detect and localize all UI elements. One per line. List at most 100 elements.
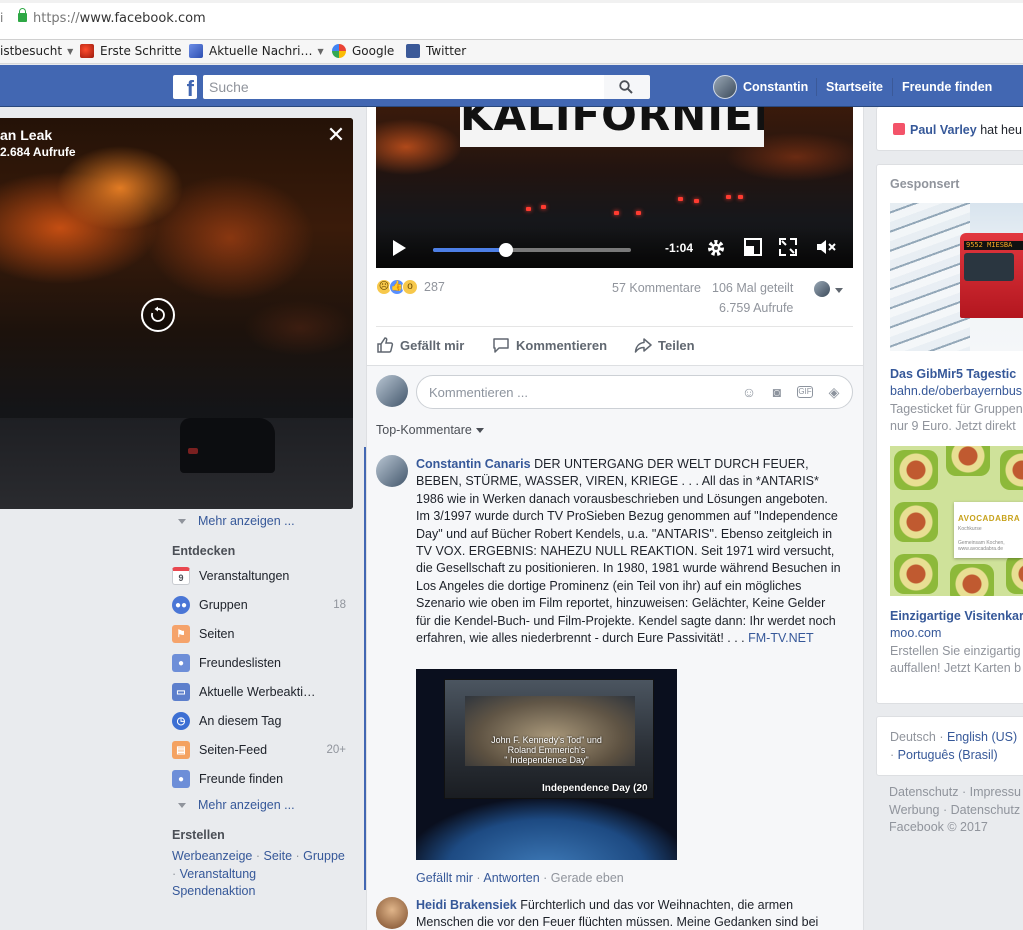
thumbs-up-icon [377, 337, 394, 353]
camera-icon[interactable]: ◙ [769, 384, 785, 400]
floating-video-player[interactable]: an Leak 2.684 Aufrufe ✕ [0, 118, 353, 509]
create-event-link[interactable]: Veranstaltung [180, 867, 256, 881]
ad-title[interactable]: Das GibMir5 Tagestic [890, 367, 1016, 381]
bus-destination-sign: 9552 MIESBA [964, 241, 1023, 250]
gear-icon[interactable] [706, 238, 726, 258]
comment-author-link[interactable]: Heidi Brakensiek [416, 898, 517, 912]
language-english-link[interactable]: English (US) [947, 730, 1017, 744]
sidebar-item-find-friends[interactable]: ● Freunde finden [172, 769, 352, 789]
close-icon[interactable]: ✕ [325, 124, 347, 146]
video-views: 2.684 Aufrufe [0, 145, 76, 159]
bookmark-google[interactable]: Google [332, 44, 394, 58]
ad-title[interactable]: Einzigartige Visitenkar [890, 609, 1023, 623]
bookmark-most-visited[interactable]: istbesucht ▼ [0, 44, 73, 58]
comment-button[interactable]: Kommentieren [492, 336, 607, 354]
create-ad-link[interactable]: Werbeanzeige [172, 849, 252, 863]
create-page-link[interactable]: Seite [264, 849, 293, 863]
search-button[interactable] [604, 75, 650, 99]
sidebar-item-label: Freundeslisten [199, 656, 281, 670]
play-icon[interactable] [393, 240, 406, 256]
birthday-name: Paul Varley [910, 123, 977, 137]
gif-icon[interactable]: GIF [797, 386, 813, 398]
comment-attached-image[interactable]: John F. Kennedy's Tod" und Roland Emmeri… [416, 669, 677, 860]
find-friends-icon: ● [172, 770, 190, 788]
home-link[interactable]: Startseite [826, 80, 883, 94]
comment-count-link[interactable]: 57 Kommentare [612, 281, 701, 295]
comment-input[interactable] [416, 375, 853, 409]
language-row: · Português (Brasil) [890, 748, 998, 762]
comment-external-link[interactable]: FM-TV.NET [748, 631, 814, 645]
find-friends-link[interactable]: Freunde finden [902, 80, 992, 94]
groups-count: 18 [333, 599, 346, 611]
sidebar-item-pages[interactable]: ⚑ Seiten [172, 624, 352, 644]
footer-line[interactable]: Werbung · Datenschutz [889, 802, 1021, 820]
footer-line[interactable]: Datenschutz · Impressu [889, 784, 1021, 802]
business-card: AVOCADABRA Kochkurse Gemeinsam Kochen, w… [954, 502, 1023, 558]
post-video-player[interactable]: KALIFORNIEN -1:04 [376, 107, 853, 268]
comment-reply-link[interactable]: Antworten [483, 871, 539, 885]
sidebar-item-groups[interactable]: ●● Gruppen 18 [172, 595, 352, 615]
show-more-link[interactable]: Mehr anzeigen ... [178, 798, 295, 812]
ad-image-avocados[interactable]: AVOCADABRA Kochkurse Gemeinsam Kochen, w… [890, 446, 1023, 596]
caret-down-icon[interactable] [835, 288, 843, 293]
create-group-link[interactable]: Gruppe [303, 849, 345, 863]
search-input[interactable] [203, 75, 604, 99]
avatar[interactable] [814, 281, 830, 297]
info-icon[interactable]: i [0, 11, 8, 25]
language-card: Deutsch · English (US) · Português (Bras… [876, 716, 1023, 776]
divider [366, 365, 864, 366]
comment-sort-dropdown[interactable]: Top-Kommentare [376, 423, 484, 437]
show-more-link[interactable]: Mehr anzeigen ... [178, 514, 295, 528]
ad-domain[interactable]: bahn.de/oberbayernbus [890, 384, 1022, 398]
ad-domain[interactable]: moo.com [890, 626, 941, 640]
sidebar-item-events[interactable]: 9 Veranstaltungen [172, 566, 352, 586]
facebook-logo[interactable]: f [173, 75, 197, 101]
profile-link[interactable]: Constantin [713, 75, 808, 99]
show-more-label: Mehr anzeigen ... [198, 798, 295, 812]
sidebar-item-on-this-day[interactable]: ◷ An diesem Tag [172, 711, 352, 731]
mute-icon[interactable] [816, 238, 836, 256]
language-portuguese-link[interactable]: Português (Brasil) [898, 748, 998, 762]
sidebar-item-ads[interactable]: ▭ Aktuelle Werbeakti… [172, 682, 352, 702]
share-button[interactable]: Teilen [634, 336, 695, 354]
reactions-summary[interactable]: ☹ 👍 o 287 [376, 279, 445, 295]
replay-button[interactable] [141, 298, 175, 332]
facebook-topbar: f Constantin Startseite Freunde finden [0, 65, 1023, 107]
sidebar-item-label: Gruppen [199, 598, 248, 612]
bookmark-twitter[interactable]: Twitter [406, 44, 466, 58]
bookmark-erste-schritte[interactable]: Erste Schritte [80, 44, 182, 58]
image-title: Independence Day (20 [542, 783, 648, 794]
video-progress-bar[interactable] [433, 243, 631, 257]
comment-sort-label: Top-Kommentare [376, 423, 472, 437]
url-field[interactable]: i https://www.facebook.com [0, 8, 206, 26]
share-count-link[interactable]: 106 Mal geteilt [712, 281, 793, 295]
google-icon [332, 44, 346, 58]
sidebar-item-friend-lists[interactable]: ● Freundeslisten [172, 653, 352, 673]
firefox-icon [80, 44, 94, 58]
birthday-text[interactable]: Paul Varley hat heu [910, 123, 1022, 137]
caret-down-icon [178, 802, 186, 808]
create-fundraiser-link[interactable]: Spendenaktion [172, 884, 255, 898]
like-button[interactable]: Gefällt mir [376, 336, 464, 354]
emoji-icon[interactable]: ☺ [741, 384, 757, 400]
pip-icon[interactable] [744, 238, 762, 256]
rss-icon [189, 44, 203, 58]
sidebar-item-pages-feed[interactable]: ▤ Seiten-Feed 20+ [172, 740, 352, 760]
sidebar-item-label: Freunde finden [199, 772, 284, 786]
comment-author-link[interactable]: Constantin Canaris [416, 457, 531, 471]
sticker-icon[interactable]: ◈ [826, 384, 842, 400]
fullscreen-icon[interactable] [779, 238, 797, 256]
avatar[interactable] [376, 897, 408, 929]
video-scrubber-handle[interactable] [499, 243, 514, 257]
video-title[interactable]: an Leak [0, 127, 52, 143]
separator: · [539, 871, 551, 885]
sponsored-heading: Gesponsert [890, 177, 960, 191]
avatar[interactable] [376, 375, 408, 407]
bookmark-aktuelle-nachrichten[interactable]: Aktuelle Nachri… ▼ [189, 44, 324, 58]
ad-image-bus[interactable]: 9552 MIESBA [890, 203, 1023, 351]
bookmark-label: Aktuelle Nachri… [209, 44, 313, 58]
flag-icon: ⚑ [172, 625, 190, 643]
avatar[interactable] [376, 455, 408, 487]
ads-icon: ▭ [172, 683, 190, 701]
comment-like-link[interactable]: Gefällt mir [416, 871, 473, 885]
